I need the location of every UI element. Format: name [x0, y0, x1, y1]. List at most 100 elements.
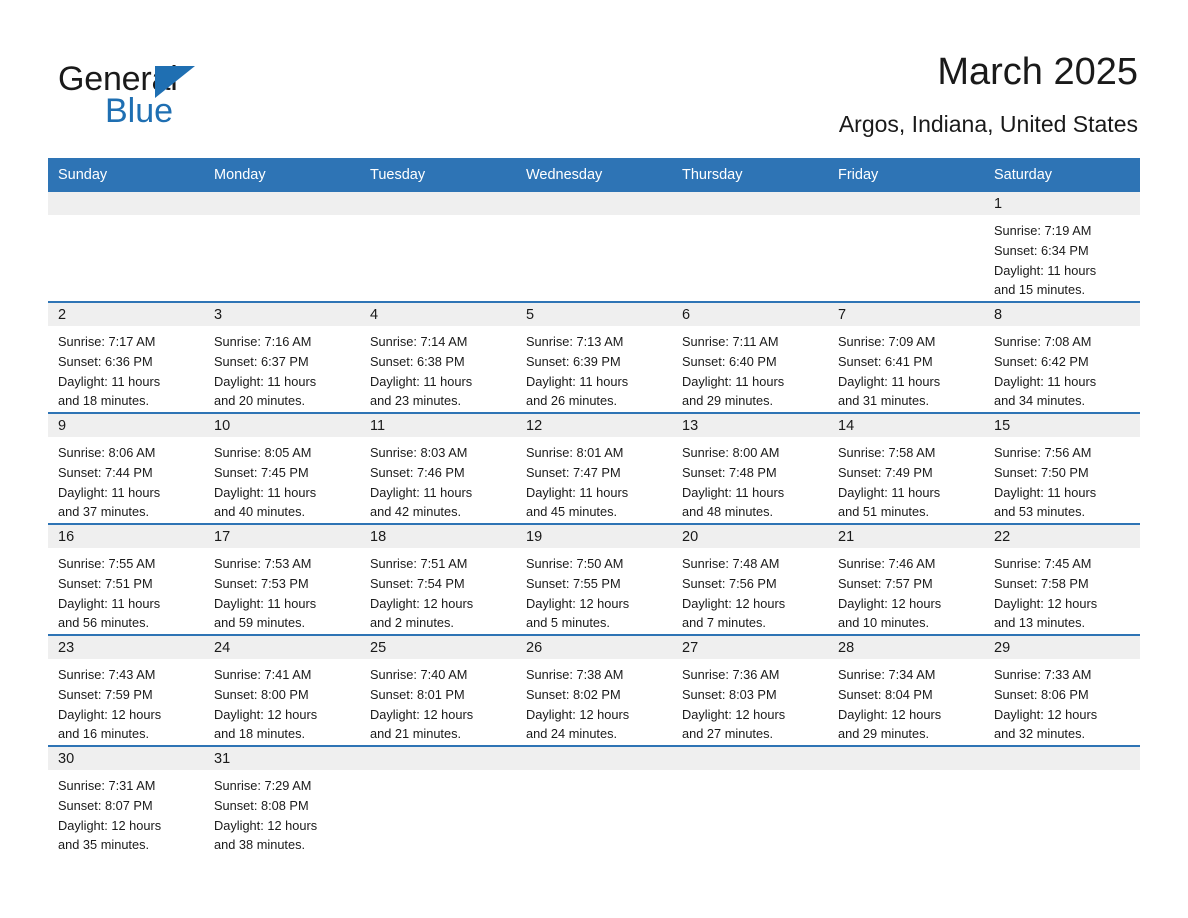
- daylight-duration-line2: and 29 minutes.: [682, 393, 774, 409]
- day-number: [672, 747, 828, 770]
- day-number: 14: [828, 414, 984, 437]
- day-cell-10[interactable]: 10 Sunrise: 8:05 AM Sunset: 7:45 PM Dayligh…: [204, 414, 360, 523]
- day-details: Sunrise: 7:40 AM Sunset: 8:01 PM Daylight:…: [360, 659, 516, 744]
- title-block: March 2025 Argos, Indiana, United States: [839, 48, 1138, 138]
- day-cell-25[interactable]: 25 Sunrise: 7:40 AM Sunset: 8:01 PM Dayligh…: [360, 636, 516, 745]
- sunrise-time: Sunrise: 8:00 AM: [682, 445, 780, 460]
- day-number: 27: [672, 636, 828, 659]
- day-cell-8[interactable]: 8 Sunrise: 7:08 AM Sunset: 6:42 PM Daylight…: [984, 303, 1140, 412]
- calendar-week-row: 1 Sunrise: 7:19 AM Sunset: 6:34 PM Daylight…: [48, 192, 1140, 303]
- daylight-duration-line2: and 48 minutes.: [682, 504, 774, 520]
- sunrise-time: Sunrise: 7:40 AM: [370, 667, 468, 682]
- day-cell-11[interactable]: 11 Sunrise: 8:03 AM Sunset: 7:46 PM Dayligh…: [360, 414, 516, 523]
- day-cell-23[interactable]: 23 Sunrise: 7:43 AM Sunset: 7:59 PM Dayligh…: [48, 636, 204, 745]
- sunset-time: Sunset: 7:55 PM: [526, 575, 621, 591]
- day-cell-21[interactable]: 21 Sunrise: 7:46 AM Sunset: 7:57 PM Dayligh…: [828, 525, 984, 634]
- daylight-duration-line2: and 26 minutes.: [526, 393, 618, 409]
- day-cell-20[interactable]: 20 Sunrise: 7:48 AM Sunset: 7:56 PM Dayligh…: [672, 525, 828, 634]
- day-number: [360, 747, 516, 770]
- day-number: 21: [828, 525, 984, 548]
- location-subtitle: Argos, Indiana, United States: [838, 111, 1138, 137]
- sunset-time: Sunset: 6:34 PM: [994, 242, 1089, 258]
- sunrise-time: Sunrise: 7:34 AM: [838, 667, 936, 682]
- day-number: 11: [360, 414, 516, 437]
- sunrise-time: Sunrise: 7:38 AM: [526, 667, 624, 682]
- daylight-duration-line1: Daylight: 11 hours: [838, 484, 941, 500]
- day-number: 7: [828, 303, 984, 326]
- day-number: 6: [672, 303, 828, 326]
- sunrise-time: Sunrise: 8:06 AM: [58, 445, 156, 460]
- day-cell-15[interactable]: 15 Sunrise: 7:56 AM Sunset: 7:50 PM Dayligh…: [984, 414, 1140, 523]
- sunrise-time: Sunrise: 7:13 AM: [526, 334, 624, 349]
- day-cell-3[interactable]: 3 Sunrise: 7:16 AM Sunset: 6:37 PM Daylight…: [204, 303, 360, 412]
- sunset-time: Sunset: 6:37 PM: [214, 353, 309, 369]
- sunset-time: Sunset: 7:57 PM: [838, 575, 933, 591]
- day-details: Sunrise: 7:31 AM Sunset: 8:07 PM Daylight:…: [48, 770, 204, 855]
- sunset-time: Sunset: 7:48 PM: [682, 464, 777, 480]
- daylight-duration-line1: Daylight: 11 hours: [682, 484, 785, 500]
- calendar-weeks: 1 Sunrise: 7:19 AM Sunset: 6:34 PM Daylight…: [48, 192, 1140, 856]
- day-number: 30: [48, 747, 204, 770]
- day-cell-6[interactable]: 6 Sunrise: 7:11 AM Sunset: 6:40 PM Daylight…: [672, 303, 828, 412]
- calendar-page: General Blue March 2025 Argos, Indiana, …: [0, 0, 1188, 918]
- daylight-duration-line2: and 37 minutes.: [58, 504, 150, 520]
- daylight-duration-line1: Daylight: 12 hours: [370, 595, 474, 611]
- day-cell-4[interactable]: 4 Sunrise: 7:14 AM Sunset: 6:38 PM Daylight…: [360, 303, 516, 412]
- day-cell-22[interactable]: 22 Sunrise: 7:45 AM Sunset: 7:58 PM Dayligh…: [984, 525, 1140, 634]
- sunset-time: Sunset: 8:06 PM: [994, 686, 1089, 702]
- day-cell-29[interactable]: 29 Sunrise: 7:33 AM Sunset: 8:06 PM Dayligh…: [984, 636, 1140, 745]
- sunrise-time: Sunrise: 7:14 AM: [370, 334, 468, 349]
- day-cell-1[interactable]: 1 Sunrise: 7:19 AM Sunset: 6:34 PM Daylight…: [984, 192, 1140, 301]
- day-details: Sunrise: 7:14 AM Sunset: 6:38 PM Daylight:…: [360, 326, 516, 411]
- day-details: Sunrise: 7:13 AM Sunset: 6:39 PM Daylight:…: [516, 326, 672, 411]
- sunrise-time: Sunrise: 7:16 AM: [214, 334, 312, 349]
- day-cell-empty: [828, 192, 984, 301]
- daylight-duration-line2: and 29 minutes.: [838, 726, 930, 742]
- day-number: 2: [48, 303, 204, 326]
- day-cell-31[interactable]: 31 Sunrise: 7:29 AM Sunset: 8:08 PM Dayligh…: [204, 747, 360, 856]
- day-cell-17[interactable]: 17 Sunrise: 7:53 AM Sunset: 7:53 PM Dayligh…: [204, 525, 360, 634]
- day-cell-19[interactable]: 19 Sunrise: 7:50 AM Sunset: 7:55 PM Dayligh…: [516, 525, 672, 634]
- day-cell-24[interactable]: 24 Sunrise: 7:41 AM Sunset: 8:00 PM Dayligh…: [204, 636, 360, 745]
- brand-logo[interactable]: General Blue: [52, 60, 332, 136]
- day-cell-16[interactable]: 16 Sunrise: 7:55 AM Sunset: 7:51 PM Dayligh…: [48, 525, 204, 634]
- calendar-week-row: 30 Sunrise: 7:31 AM Sunset: 8:07 PM Dayligh…: [48, 747, 1140, 856]
- day-cell-28[interactable]: 28 Sunrise: 7:34 AM Sunset: 8:04 PM Dayligh…: [828, 636, 984, 745]
- sunrise-time: Sunrise: 7:55 AM: [58, 556, 156, 571]
- day-cell-18[interactable]: 18 Sunrise: 7:51 AM Sunset: 7:54 PM Dayligh…: [360, 525, 516, 634]
- daylight-duration-line1: Daylight: 12 hours: [994, 595, 1098, 611]
- day-number: [672, 192, 828, 215]
- daylight-duration-line2: and 5 minutes.: [526, 615, 610, 631]
- day-cell-empty: [360, 747, 516, 856]
- day-cell-12[interactable]: 12 Sunrise: 8:01 AM Sunset: 7:47 PM Dayligh…: [516, 414, 672, 523]
- daylight-duration-line2: and 31 minutes.: [838, 393, 930, 409]
- day-cell-2[interactable]: 2 Sunrise: 7:17 AM Sunset: 6:36 PM Daylight…: [48, 303, 204, 412]
- day-cell-26[interactable]: 26 Sunrise: 7:38 AM Sunset: 8:02 PM Dayligh…: [516, 636, 672, 745]
- daylight-duration-line1: Daylight: 11 hours: [994, 373, 1097, 389]
- day-details: Sunrise: 7:46 AM Sunset: 7:57 PM Daylight:…: [828, 548, 984, 633]
- daylight-duration-line1: Daylight: 11 hours: [214, 595, 317, 611]
- day-cell-14[interactable]: 14 Sunrise: 7:58 AM Sunset: 7:49 PM Dayligh…: [828, 414, 984, 523]
- day-number: [984, 747, 1140, 770]
- sunrise-time: Sunrise: 7:45 AM: [994, 556, 1092, 571]
- daylight-duration-line1: Daylight: 11 hours: [214, 484, 317, 500]
- sunset-time: Sunset: 7:47 PM: [526, 464, 621, 480]
- day-cell-27[interactable]: 27 Sunrise: 7:36 AM Sunset: 8:03 PM Dayligh…: [672, 636, 828, 745]
- day-cell-empty: [672, 747, 828, 856]
- day-cell-9[interactable]: 9 Sunrise: 8:06 AM Sunset: 7:44 PM Daylight…: [48, 414, 204, 523]
- day-cell-13[interactable]: 13 Sunrise: 8:00 AM Sunset: 7:48 PM Dayligh…: [672, 414, 828, 523]
- day-number: 12: [516, 414, 672, 437]
- daylight-duration-line2: and 45 minutes.: [526, 504, 618, 520]
- day-details: Sunrise: 7:53 AM Sunset: 7:53 PM Daylight:…: [204, 548, 360, 633]
- day-number: [516, 747, 672, 770]
- calendar-week-row: 23 Sunrise: 7:43 AM Sunset: 7:59 PM Dayligh…: [48, 636, 1140, 747]
- daylight-duration-line2: and 15 minutes.: [994, 282, 1086, 298]
- day-number: 29: [984, 636, 1140, 659]
- day-number: 4: [360, 303, 516, 326]
- day-cell-5[interactable]: 5 Sunrise: 7:13 AM Sunset: 6:39 PM Daylight…: [516, 303, 672, 412]
- sunset-time: Sunset: 7:56 PM: [682, 575, 777, 591]
- day-cell-30[interactable]: 30 Sunrise: 7:31 AM Sunset: 8:07 PM Dayligh…: [48, 747, 204, 856]
- day-cell-7[interactable]: 7 Sunrise: 7:09 AM Sunset: 6:41 PM Daylight…: [828, 303, 984, 412]
- daylight-duration-line1: Daylight: 12 hours: [838, 706, 942, 722]
- daylight-duration-line1: Daylight: 11 hours: [214, 373, 317, 389]
